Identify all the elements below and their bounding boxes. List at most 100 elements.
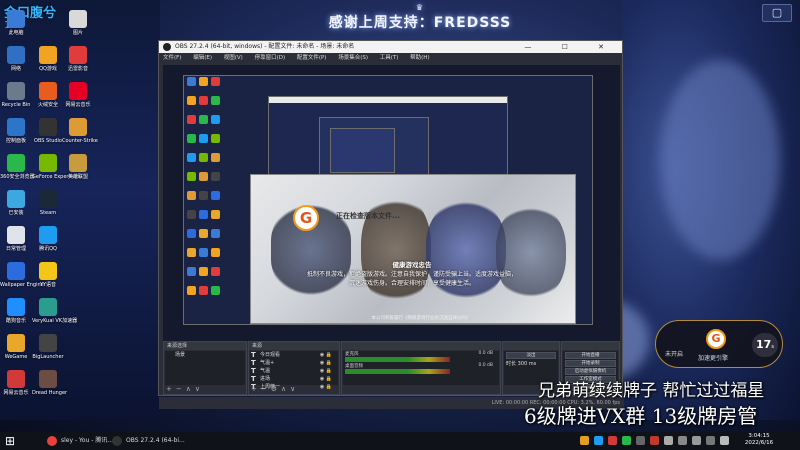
- menu-profile[interactable]: 配置文件(P): [297, 55, 327, 61]
- desktop-icon[interactable]: 控制面板: [0, 118, 32, 144]
- desktop-icon[interactable]: 日常管理: [0, 226, 32, 252]
- preview-mini-icon: [199, 210, 208, 219]
- window-icon[interactable]: ▢: [762, 4, 792, 22]
- source-label: 进场: [260, 376, 271, 382]
- window-controls[interactable]: — ☐ ✕: [524, 41, 618, 53]
- menu-edit[interactable]: 编辑(E): [193, 55, 212, 61]
- menu-docks[interactable]: 停靠窗口(D): [255, 55, 286, 61]
- desktop-icon[interactable]: 图片: [62, 10, 94, 36]
- desktop-icon[interactable]: 网易云音乐: [0, 370, 32, 396]
- start-button[interactable]: ⊞: [3, 434, 17, 448]
- taskbar-item-browser[interactable]: sley - You - 腾讯...: [45, 434, 113, 448]
- desktop-icon[interactable]: GeForce Experience: [32, 154, 82, 180]
- tray-icon[interactable]: [594, 436, 603, 445]
- widget-status: 未开启: [665, 351, 684, 358]
- tray-icon[interactable]: [650, 436, 659, 445]
- desktop-icon-label: 迅雷影音: [67, 66, 88, 72]
- mixer-channel[interactable]: 桌面音频 0.0 dB: [343, 363, 499, 375]
- visibility-icon[interactable]: ◉ 🔒: [320, 375, 332, 383]
- scene-controls[interactable]: +−∧∨: [166, 385, 204, 393]
- taskbar-clock[interactable]: 3:04:15 2022/6/16: [742, 433, 776, 447]
- duration-value[interactable]: 300 ms: [518, 361, 537, 367]
- mixer-channel-value: 0.0 dB: [478, 363, 493, 368]
- app-icon: [7, 262, 25, 280]
- desktop-icon[interactable]: Counter-Strike: [62, 118, 98, 144]
- desktop-icon[interactable]: OBS Studio: [32, 118, 64, 144]
- menu-scene-collection[interactable]: 场景集合(S): [338, 55, 368, 61]
- desktop-icon[interactable]: Wallpaper Engine: [0, 262, 44, 288]
- app-icon: [7, 118, 25, 136]
- desktop-icon[interactable]: WeGame: [0, 334, 32, 360]
- control-button[interactable]: 启动虚拟摄像机: [565, 368, 616, 375]
- app-icon: [39, 262, 57, 280]
- game-launcher-splash[interactable]: G 正在检查版本文件... 健康游戏忠告 抵制不良游戏，拒绝盗版游戏。注意自我保…: [250, 174, 576, 324]
- sources-list[interactable]: T 今日观看 ◉ 🔒 T 气温+ ◉ 🔒 T 气温 ◉ 🔒 T 进场 ◉ 🔒 T 上周榜一 ◉ 🔒: [250, 351, 338, 391]
- preview-mini-icon: [187, 96, 196, 105]
- menu-help[interactable]: 帮助(H): [410, 55, 429, 61]
- desktop-icon-label: Counter-Strike: [62, 138, 98, 144]
- mixer-channel[interactable]: 麦克风 0.0 dB: [343, 351, 499, 363]
- desktop-icon[interactable]: 网易云音乐: [62, 82, 94, 108]
- obs-titlebar[interactable]: OBS 27.2.4 (64-bit, windows) - 配置文件: 未命名…: [159, 41, 622, 53]
- app-icon: [69, 10, 87, 28]
- preview-mini-icon: [199, 229, 208, 238]
- tray-icon[interactable]: [636, 436, 645, 445]
- transition-select[interactable]: 淡出: [506, 352, 556, 359]
- obs-app-icon: [163, 43, 171, 51]
- mixer-list[interactable]: 麦克风 0.0 dB 桌面音频 0.0 dB: [343, 351, 499, 385]
- visibility-icon[interactable]: ◉ 🔒: [320, 351, 332, 359]
- desktop-icon-label: 网易云音乐: [3, 390, 29, 396]
- network-icon[interactable]: [678, 436, 687, 445]
- desktop-icon[interactable]: Recycle Bin: [0, 82, 32, 108]
- desktop-icon[interactable]: 此电脑: [0, 10, 32, 36]
- notification-icon[interactable]: [720, 436, 729, 445]
- obs-title: OBS 27.2.4 (64-bit, windows) - 配置文件: 未命名…: [175, 43, 355, 50]
- input-method-icon[interactable]: [706, 436, 715, 445]
- volume-slider[interactable]: [345, 360, 450, 362]
- volume-icon[interactable]: [692, 436, 701, 445]
- tray-icon[interactable]: [580, 436, 589, 445]
- desktop-icon[interactable]: VeryKuai VK加速器: [32, 298, 77, 324]
- desktop-icon[interactable]: Dread Hunger: [32, 370, 67, 396]
- desktop-icon[interactable]: 已安装: [0, 190, 32, 216]
- desktop-icon[interactable]: 英雄联盟: [62, 154, 94, 180]
- wallpaper-figure: [660, 60, 780, 260]
- desktop-icon[interactable]: Steam: [32, 190, 64, 216]
- desktop-icon[interactable]: 迅雷影音: [62, 46, 94, 72]
- audio-mixer-dock: 麦克风 0.0 dB 桌面音频 0.0 dB: [341, 341, 501, 395]
- source-controls[interactable]: +−⚙∧∨: [251, 385, 299, 393]
- visibility-icon[interactable]: ◉ 🔒: [320, 359, 332, 367]
- taskbar-item-obs[interactable]: OBS 27.2.4 (64-bi...: [110, 434, 185, 448]
- desktop-icon-label: Recycle Bin: [1, 102, 31, 108]
- source-item[interactable]: T 气温 ◉ 🔒: [250, 367, 338, 375]
- health-notice-body: 抵制不良游戏，拒绝盗版游戏。注意自我保护，谨防受骗上当。适度游戏益脑，沉迷游戏伤…: [307, 271, 518, 287]
- desktop-icon[interactable]: 火绒安全: [32, 82, 64, 108]
- text-source-icon: T: [251, 351, 256, 359]
- source-item[interactable]: T 今日观看 ◉ 🔒: [250, 351, 338, 359]
- visibility-icon[interactable]: ◉ 🔒: [320, 367, 332, 375]
- control-button[interactable]: 开始录制: [565, 360, 616, 367]
- menu-tools[interactable]: 工具(T): [380, 55, 399, 61]
- desktop-icon[interactable]: BigLauncher: [32, 334, 64, 360]
- desktop-icon[interactable]: QQ游戏: [32, 46, 64, 72]
- accelerator-widget[interactable]: 未开启 G 加速更引擎 17s: [655, 320, 783, 368]
- scenes-list[interactable]: 场景: [165, 351, 245, 385]
- tray-icon[interactable]: [622, 436, 631, 445]
- menu-view[interactable]: 视图(V): [224, 55, 243, 61]
- desktop-icon-label: 网络: [10, 66, 21, 72]
- desktop-icon[interactable]: 腾讯QQ: [32, 226, 64, 252]
- desktop-icon[interactable]: YY语音: [32, 262, 64, 288]
- desktop-icon[interactable]: 360安全浏览器: [0, 154, 35, 180]
- desktop-icon[interactable]: 网络: [0, 46, 32, 72]
- visibility-icon[interactable]: ◉ 🔒: [320, 383, 332, 391]
- volume-slider[interactable]: [345, 372, 450, 374]
- tray-icon[interactable]: [608, 436, 617, 445]
- desktop-icon[interactable]: 酷狗音乐: [0, 298, 32, 324]
- source-item[interactable]: T 气温+ ◉ 🔒: [250, 359, 338, 367]
- menu-file[interactable]: 文件(F): [163, 55, 181, 61]
- control-button[interactable]: 开始直播: [565, 352, 616, 359]
- preview-mini-icon: [211, 229, 220, 238]
- tray-icon[interactable]: [664, 436, 673, 445]
- widget-count-suffix: s: [771, 344, 774, 350]
- source-item[interactable]: T 进场 ◉ 🔒: [250, 375, 338, 383]
